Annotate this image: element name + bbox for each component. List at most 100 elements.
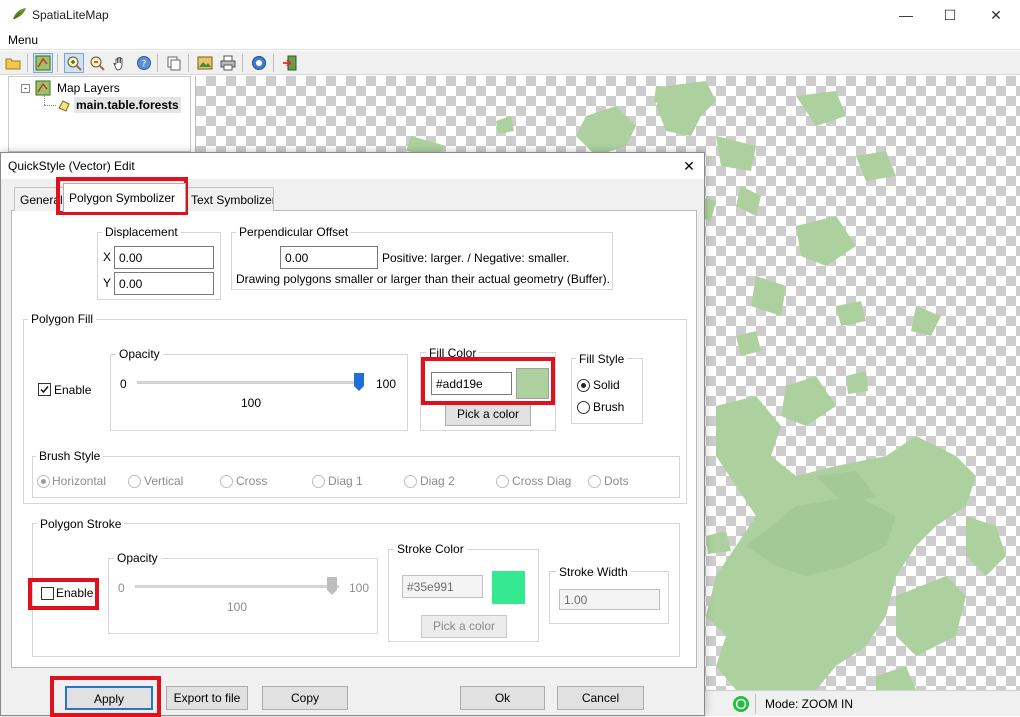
brush-horizontal-radio[interactable] [37, 475, 50, 488]
svg-text:?: ? [142, 60, 147, 70]
status-indicator-icon [733, 696, 749, 712]
tree-layer-forests[interactable]: main.table.forests [74, 97, 181, 113]
fill-color-label: Fill Color [426, 346, 480, 360]
app-title: SpatiaLiteMap [32, 8, 109, 22]
perp-offset-input[interactable] [280, 246, 378, 269]
brush-cross-radio[interactable] [220, 475, 233, 488]
fill-style-brush-radio[interactable] [577, 401, 590, 414]
perp-offset-label: Perpendicular Offset [236, 225, 352, 239]
apply-button[interactable]: Apply [65, 686, 153, 710]
app-titlebar [0, 0, 1020, 30]
brush-diag2-radio[interactable] [404, 475, 417, 488]
menu-item-menu[interactable]: Menu [8, 33, 38, 47]
copy-button[interactable]: Copy [262, 686, 348, 710]
brush-diag1-label: Diag 1 [328, 474, 363, 488]
fill-style-solid-label: Solid [593, 378, 620, 392]
displacement-y-label: Y [103, 276, 112, 290]
brush-dots-radio[interactable] [588, 475, 601, 488]
stroke-color-swatch [492, 571, 525, 604]
displacement-x-input[interactable] [114, 246, 214, 269]
stroke-color-input[interactable] [402, 575, 483, 598]
fill-opacity-value: 100 [241, 396, 262, 410]
help-icon[interactable] [249, 53, 269, 73]
stroke-pick-color-button[interactable]: Pick a color [421, 615, 507, 638]
stroke-color-label: Stroke Color [394, 542, 467, 556]
stroke-opacity-value: 100 [227, 600, 248, 614]
exit-icon[interactable] [280, 53, 300, 73]
zoom-out-icon[interactable] [87, 53, 107, 73]
displacement-x-label: X [103, 250, 112, 264]
polygon-fill-label: Polygon Fill [28, 312, 97, 326]
status-bar: Mode: ZOOM IN [705, 690, 1020, 716]
toolbar-separator [27, 54, 28, 72]
minimize-button[interactable]: — [893, 4, 919, 26]
fill-color-input[interactable] [431, 372, 512, 395]
copy-map-icon[interactable] [164, 53, 184, 73]
brush-diag2-label: Diag 2 [420, 474, 455, 488]
export-to-file-button[interactable]: Export to file [166, 686, 248, 710]
open-icon[interactable] [3, 53, 23, 73]
tab-general[interactable]: General [14, 187, 64, 211]
tree-connector [44, 105, 56, 106]
fill-enable-checkbox[interactable] [38, 383, 51, 396]
close-window-button[interactable]: ✕ [983, 4, 1009, 26]
toolbar-separator [273, 54, 274, 72]
status-mode: Mode: ZOOM IN [765, 697, 854, 711]
displacement-label: Displacement [102, 225, 181, 239]
app-logo-icon [13, 8, 26, 20]
ok-button[interactable]: Ok [460, 686, 545, 710]
stroke-width-label: Stroke Width [556, 565, 631, 579]
quickstyle-dialog: QuickStyle (Vector) Edit ✕ General Polyg… [0, 152, 705, 717]
brush-dots-label: Dots [604, 474, 629, 488]
polygon-stroke-label: Polygon Stroke [37, 517, 125, 531]
menubar [0, 30, 1020, 50]
tab-text-symbolizer[interactable]: Text Symbolizer [185, 187, 274, 211]
identify-icon[interactable]: ? [134, 53, 154, 73]
fill-pick-color-button[interactable]: Pick a color [445, 403, 531, 426]
brush-horizontal-label: Horizontal [52, 474, 107, 488]
stroke-opacity-group [108, 558, 378, 634]
perp-offset-hint-1: Positive: larger. / Negative: smaller. [382, 251, 570, 265]
perp-offset-hint-2: Drawing polygons smaller or larger than … [236, 272, 610, 286]
stroke-opacity-slider-thumb[interactable] [327, 577, 337, 595]
image-icon[interactable] [195, 53, 215, 73]
maximize-button[interactable]: ☐ [937, 4, 963, 26]
fill-opacity-min: 0 [120, 377, 127, 391]
fill-opacity-group [110, 354, 408, 431]
dialog-close-button[interactable]: ✕ [677, 156, 701, 176]
brush-style-label: Brush Style [36, 449, 104, 463]
stroke-enable-checkbox[interactable] [41, 587, 54, 600]
map-layers-icon [35, 80, 51, 96]
stroke-width-input[interactable] [559, 589, 660, 610]
fill-style-solid-radio[interactable] [577, 379, 590, 392]
tree-collapse-toggle[interactable]: - [21, 84, 30, 93]
print-icon[interactable] [218, 53, 238, 73]
toolbar-separator [157, 54, 158, 72]
zoom-in-icon[interactable] [64, 53, 84, 73]
fill-opacity-max: 100 [376, 377, 397, 391]
fill-opacity-slider-thumb[interactable] [354, 373, 364, 391]
toolbar-separator [242, 54, 243, 72]
dialog-title: QuickStyle (Vector) Edit [8, 159, 135, 173]
tree-root-label[interactable]: Map Layers [57, 81, 120, 95]
layer-icon[interactable] [33, 53, 53, 73]
tab-polygon-symbolizer[interactable]: Polygon Symbolizer [63, 183, 186, 212]
toolbar-separator [57, 54, 58, 72]
pan-hand-icon[interactable] [110, 53, 130, 73]
brush-diag1-radio[interactable] [312, 475, 325, 488]
stroke-opacity-max: 100 [349, 581, 370, 595]
fill-opacity-track [137, 381, 363, 384]
brush-crossdiag-radio[interactable] [496, 475, 509, 488]
vector-layer-icon [58, 100, 70, 112]
fill-style-label: Fill Style [576, 352, 628, 366]
layer-tree: - Map Layers main.table.forests [8, 76, 191, 152]
toolbar-separator [188, 54, 189, 72]
fill-enable-label: Enable [54, 383, 92, 397]
displacement-y-input[interactable] [114, 272, 214, 295]
brush-vertical-radio[interactable] [128, 475, 141, 488]
fill-style-brush-label: Brush [593, 400, 625, 414]
fill-opacity-label: Opacity [116, 347, 163, 361]
stroke-opacity-min: 0 [118, 581, 125, 595]
brush-cross-label: Cross [236, 474, 268, 488]
cancel-button[interactable]: Cancel [557, 686, 644, 710]
